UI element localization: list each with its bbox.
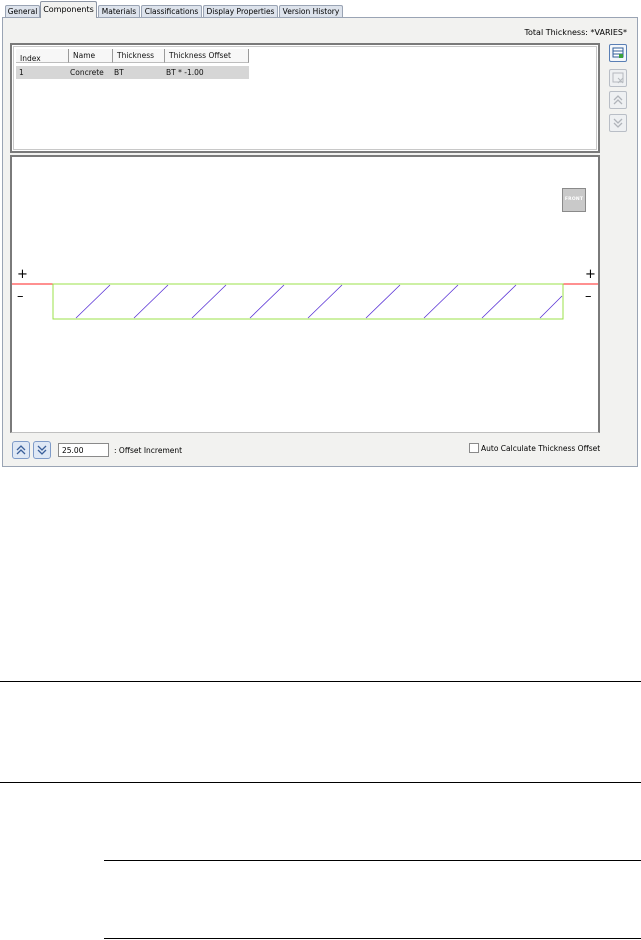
- left-plus-marker: +: [17, 267, 28, 282]
- section-drawing: [12, 283, 598, 320]
- hatch-pattern: [75, 284, 563, 319]
- auto-calculate-checkbox[interactable]: [469, 443, 479, 453]
- auto-calculate-label[interactable]: Auto Calculate Thickness Offset: [481, 444, 600, 453]
- divider: [0, 681, 641, 682]
- double-chevron-up-icon: [16, 445, 26, 455]
- divider: [104, 860, 641, 861]
- divider: [0, 782, 641, 783]
- offset-increment-input[interactable]: [58, 443, 109, 457]
- tab-components[interactable]: Components: [40, 1, 97, 18]
- offset-increment-label: : Offset Increment: [114, 446, 183, 455]
- double-chevron-down-icon: [37, 445, 47, 455]
- offset-down-button[interactable]: [33, 441, 51, 459]
- divider: [104, 938, 641, 939]
- right-plus-marker: +: [585, 267, 596, 282]
- right-minus-marker: –: [585, 289, 592, 304]
- offset-up-button[interactable]: [12, 441, 30, 459]
- left-minus-marker: –: [17, 289, 24, 304]
